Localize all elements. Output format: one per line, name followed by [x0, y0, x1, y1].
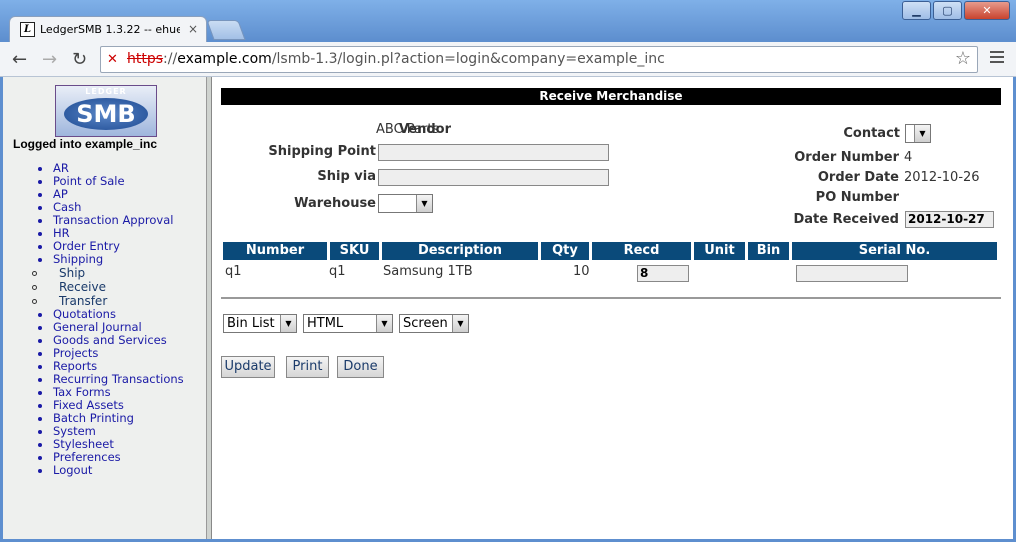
- warehouse-label: Warehouse: [294, 196, 376, 211]
- warehouse-select[interactable]: ▼: [378, 194, 433, 213]
- type-select[interactable]: HTML ▼: [303, 314, 393, 333]
- order-date-label: Order Date: [817, 170, 899, 185]
- type-select-value: HTML: [307, 316, 344, 331]
- url-scheme: https: [127, 51, 164, 67]
- col-sku: SKU: [330, 242, 379, 260]
- window-controls: ▁ ▢ ✕: [902, 1, 1010, 20]
- sidebar-item-transfer[interactable]: Transfer: [29, 294, 184, 308]
- logo-top-text: LEDGER: [85, 87, 127, 96]
- col-recd: Recd: [592, 242, 691, 260]
- logged-in-label: Logged into example_inc: [13, 137, 158, 151]
- sidebar: LEDGER SMB Logged into example_inc AR Poi…: [3, 77, 207, 539]
- browser-tab[interactable]: L LedgerSMB 1.3.22 -- ehuelsm ×: [9, 16, 207, 43]
- forward-arrow-icon[interactable]: →: [42, 49, 57, 70]
- order-number-value: 4: [904, 150, 913, 165]
- row-sku: q1: [329, 264, 346, 279]
- ship-via-label: Ship via: [317, 169, 376, 184]
- frame-splitter[interactable]: [207, 77, 212, 539]
- sidebar-item-ship[interactable]: Ship: [29, 266, 184, 280]
- insecure-lock-icon: ✕: [107, 52, 118, 67]
- logo-main-text: SMB: [64, 98, 148, 130]
- contact-label: Contact: [843, 126, 900, 141]
- media-select[interactable]: Screen ▼: [399, 314, 469, 333]
- date-received-input[interactable]: 2012-10-27: [905, 211, 994, 228]
- sidebar-item-shipping[interactable]: Shipping: [29, 253, 184, 266]
- tab-title: LedgerSMB 1.3.22 -- ehuelsm: [40, 23, 180, 36]
- chevron-down-icon: ▼: [914, 125, 930, 142]
- bookmark-star-icon[interactable]: ☆: [955, 48, 971, 69]
- chevron-down-icon: ▼: [452, 315, 468, 332]
- ledgersmb-logo: LEDGER SMB: [55, 85, 157, 137]
- contact-select[interactable]: ▼: [905, 124, 931, 143]
- back-arrow-icon[interactable]: ←: [12, 49, 27, 70]
- page-title: Receive Merchandise: [221, 88, 1001, 105]
- po-number-label: PO Number: [815, 190, 899, 205]
- browser-window: ▁ ▢ ✕ L LedgerSMB 1.3.22 -- ehuelsm × ← …: [0, 0, 1016, 542]
- order-date-value: 2012-10-26: [904, 170, 980, 185]
- url-separator: ://: [163, 51, 178, 67]
- page-content: LEDGER SMB Logged into example_inc AR Poi…: [3, 77, 1013, 539]
- col-serial: Serial No.: [792, 242, 997, 260]
- sidebar-menu: AR Point of Sale AP Cash Transaction Approva…: [29, 162, 184, 477]
- shipping-point-label: Shipping Point: [268, 144, 376, 159]
- media-select-value: Screen: [403, 316, 448, 331]
- done-button[interactable]: Done: [337, 356, 384, 378]
- col-unit: Unit: [694, 242, 745, 260]
- url-text[interactable]: https://example.com/lsmb-1.3/login.pl?ac…: [127, 51, 665, 67]
- date-received-label: Date Received: [793, 212, 899, 227]
- address-bar[interactable]: ✕ https://example.com/lsmb-1.3/login.pl?…: [100, 46, 978, 73]
- chevron-down-icon: ▼: [416, 195, 432, 212]
- serial-input[interactable]: [796, 265, 908, 282]
- reload-icon[interactable]: ↻: [72, 49, 87, 70]
- close-window-button[interactable]: ✕: [964, 1, 1010, 20]
- print-button[interactable]: Print: [286, 356, 329, 378]
- chevron-down-icon: ▼: [280, 315, 296, 332]
- row-number: q1: [225, 264, 242, 279]
- url-host: example.com: [177, 51, 272, 67]
- minimize-button[interactable]: ▁: [902, 1, 931, 20]
- order-number-label: Order Number: [794, 150, 899, 165]
- ship-via-input[interactable]: [378, 169, 609, 186]
- table-header: Number SKU Description Qty Recd Unit Bin…: [223, 242, 997, 260]
- recd-input[interactable]: 8: [637, 265, 689, 282]
- row-description: Samsung 1TB: [383, 264, 473, 279]
- col-qty: Qty: [541, 242, 589, 260]
- shipping-point-input[interactable]: [378, 144, 609, 161]
- maximize-button[interactable]: ▢: [933, 1, 962, 20]
- url-path: /lsmb-1.3/login.pl?action=login&company=…: [271, 51, 665, 67]
- sidebar-item-receive[interactable]: Receive: [29, 280, 184, 294]
- browser-menu-icon[interactable]: [990, 51, 1004, 66]
- format-select-value: Bin List: [227, 316, 275, 331]
- col-number: Number: [223, 242, 327, 260]
- new-tab-button[interactable]: [206, 20, 246, 40]
- ledgersmb-favicon-icon: L: [20, 22, 35, 37]
- col-bin: Bin: [748, 242, 789, 260]
- update-button[interactable]: Update: [221, 356, 275, 378]
- chevron-down-icon: ▼: [376, 315, 392, 332]
- browser-toolbar: ← → ↻ ✕ https://example.com/lsmb-1.3/log…: [0, 42, 1016, 77]
- vendor-value: ABC Parts: [376, 122, 440, 137]
- sidebar-item-logout[interactable]: Logout: [29, 464, 184, 477]
- format-select[interactable]: Bin List ▼: [223, 314, 297, 333]
- row-qty: 10: [573, 264, 590, 279]
- main-panel: Receive Merchandise Vendor ABC Parts Shi…: [221, 77, 1011, 539]
- col-description: Description: [382, 242, 538, 260]
- divider: [221, 297, 1001, 299]
- close-tab-icon[interactable]: ×: [188, 22, 198, 36]
